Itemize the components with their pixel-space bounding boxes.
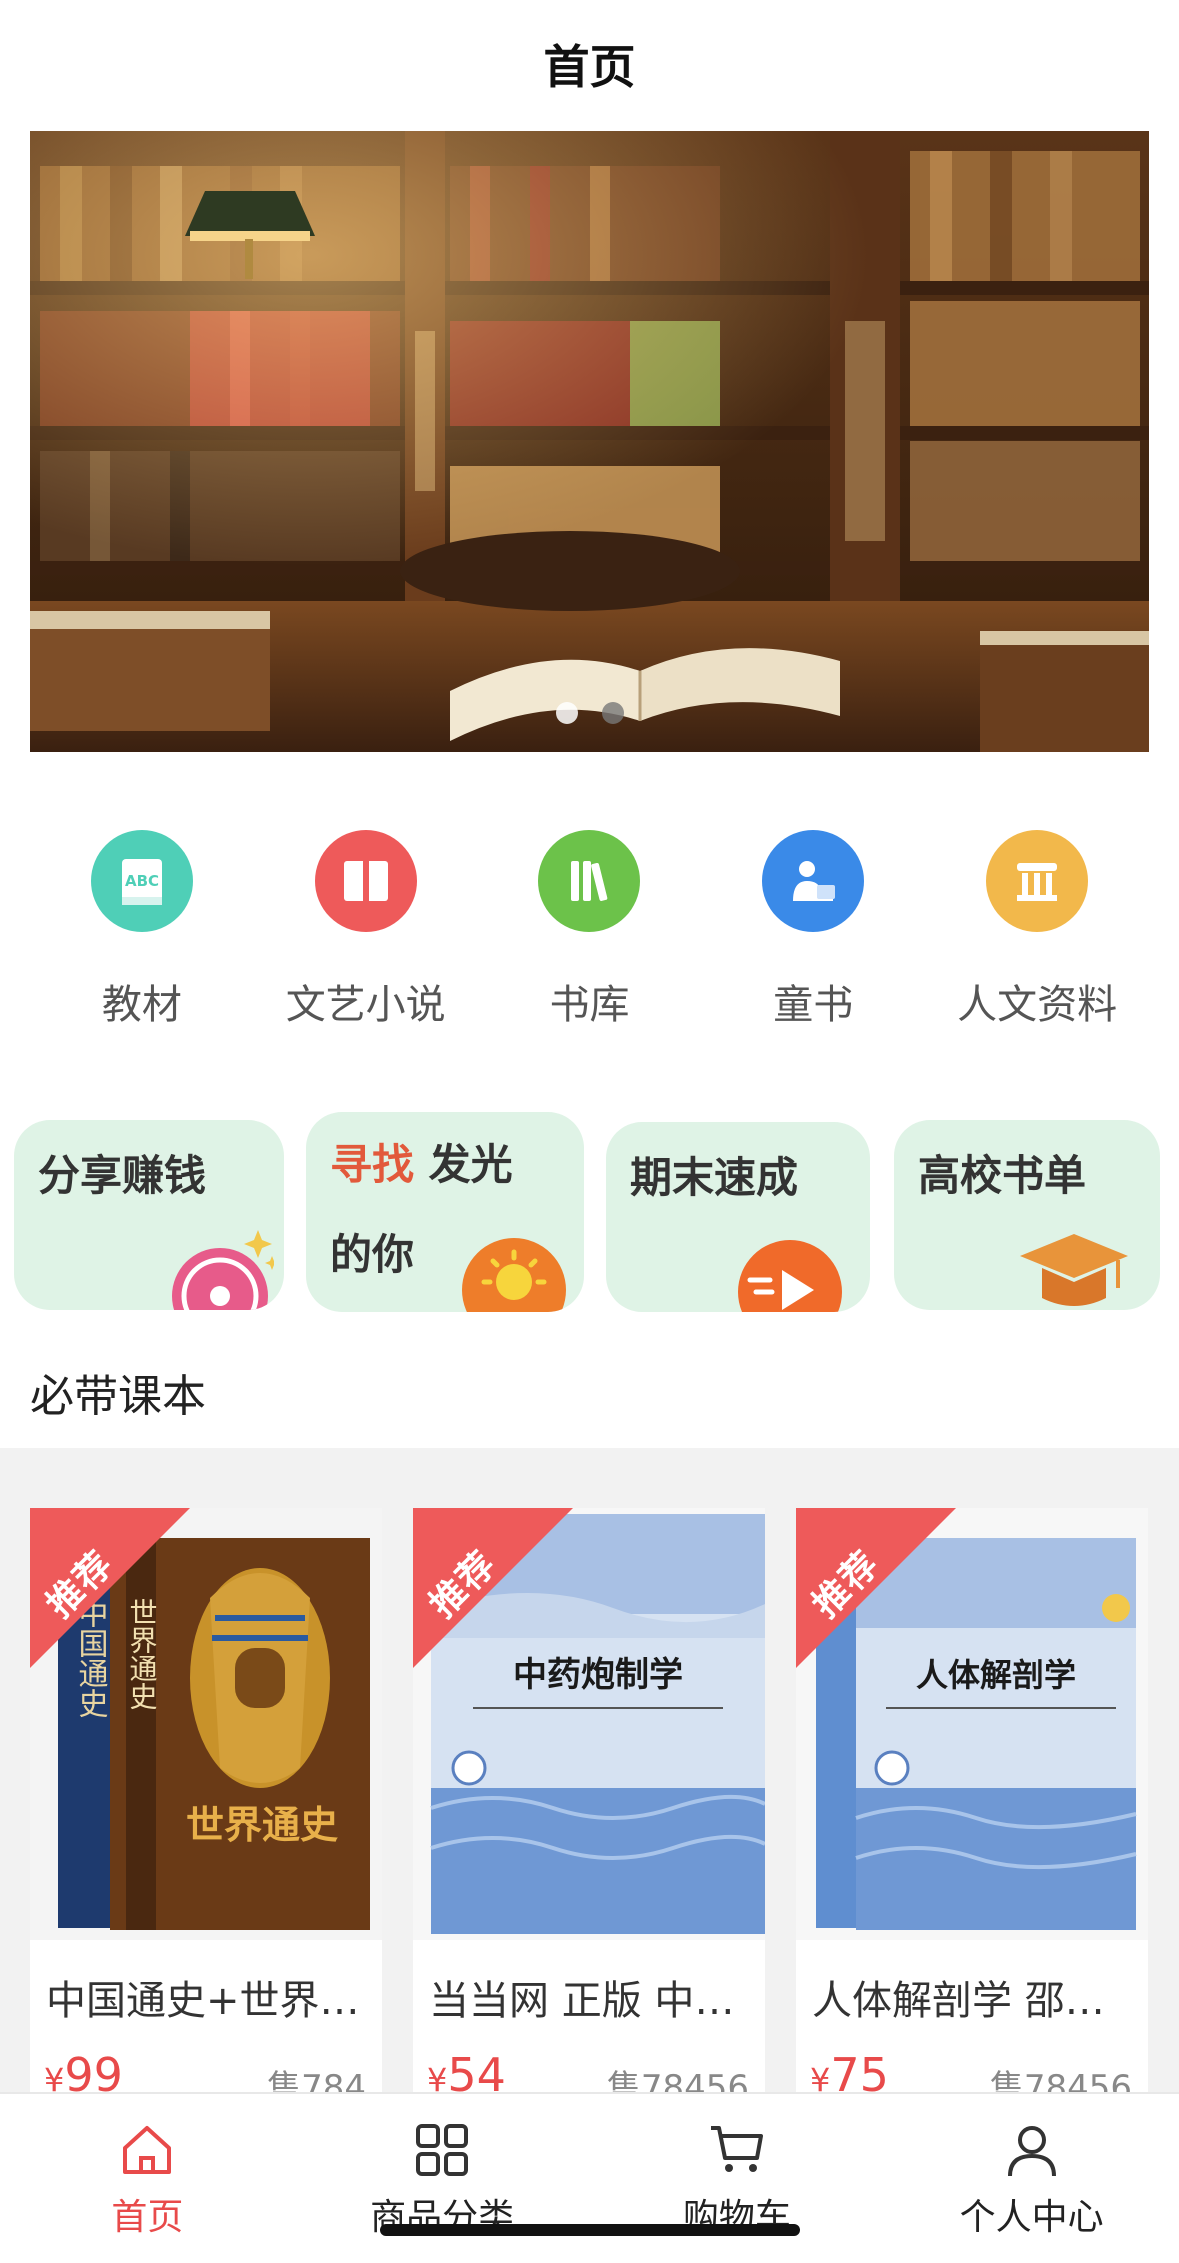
banner-carousel[interactable]	[30, 131, 1149, 752]
recommend-ribbon: 推荐	[796, 1508, 956, 1668]
tab-label: 首页	[111, 2197, 184, 2238]
promo-college-list[interactable]: 高校书单	[894, 1120, 1160, 1310]
category-label: 童书	[773, 982, 854, 1028]
home-indicator	[380, 2224, 800, 2236]
category-library[interactable]: 书库	[478, 830, 702, 1030]
bookshelf-icon	[538, 830, 641, 932]
promo-text: 发光	[414, 1140, 513, 1189]
product-card[interactable]: 中药炮制学 推荐 当当网 正版 中药炮制学 ¥54 售78456	[413, 1508, 765, 2100]
promo-text-line2: 的你	[330, 1230, 415, 1279]
home-icon	[123, 2126, 172, 2174]
category-label: 人文资料	[957, 982, 1118, 1028]
carousel-dots	[30, 702, 1149, 724]
category-textbooks[interactable]: ABC 教材	[30, 830, 254, 1030]
money-icon	[172, 1230, 274, 1310]
promo-exam-cram[interactable]: 期末速成	[606, 1122, 870, 1312]
svg-text:ABC: ABC	[125, 872, 159, 890]
graduation-cap-icon	[1020, 1234, 1128, 1306]
book-cover-title: 世界通史	[186, 1802, 338, 1847]
sun-icon	[462, 1238, 566, 1312]
pillar-icon	[986, 830, 1089, 932]
promo-label: 分享赚钱	[38, 1151, 207, 1200]
recommend-ribbon: 推荐	[413, 1508, 573, 1668]
carousel-dot-active[interactable]	[555, 702, 578, 724]
tab-label: 个人中心	[959, 2197, 1104, 2238]
child-reading-icon	[762, 830, 865, 932]
product-name: 中国通史+世界通史	[46, 1978, 366, 2024]
page-title: 首页	[543, 40, 636, 94]
home-page: 首页 ABC 教材 文艺小说 书库 童书 人文资料 分享赚钱 寻找 发光 的你 …	[0, 0, 1179, 2263]
open-book-icon	[314, 830, 417, 932]
category-label: 书库	[549, 982, 630, 1028]
category-label: 文艺小说	[285, 982, 446, 1028]
bottom-tab-bar: 首页 商品分类 购物车 个人中心	[0, 2092, 1179, 2263]
abc-book-icon: ABC	[90, 830, 193, 932]
tab-home[interactable]: 首页	[0, 2094, 295, 2263]
section-title: 必带课本	[30, 1371, 206, 1422]
banner-image	[30, 131, 1149, 752]
nav-header: 首页	[0, 0, 1179, 128]
category-label: 教材	[101, 982, 182, 1028]
promo-share-earn[interactable]: 分享赚钱	[14, 1120, 284, 1310]
product-card[interactable]: 人体解剖学 推荐 人体解剖学 邵水金 ¥75 售78456	[796, 1508, 1148, 2100]
play-icon	[738, 1240, 842, 1312]
product-name: 当当网 正版 中药炮制学	[429, 1978, 749, 2024]
promo-find-shine[interactable]: 寻找 发光 的你	[306, 1112, 584, 1312]
product-name: 人体解剖学 邵水金	[812, 1978, 1132, 2024]
grid-icon	[416, 2124, 469, 2176]
cart-icon	[710, 2126, 763, 2172]
product-image: 中国通史 世界通史 世界通史 推荐	[30, 1508, 382, 1940]
category-literature[interactable]: 文艺小说	[254, 830, 478, 1030]
tab-cart[interactable]: 购物车	[590, 2094, 885, 2263]
carousel-dot[interactable]	[601, 702, 624, 724]
category-row: ABC 教材 文艺小说 书库 童书 人文资料	[30, 830, 1149, 1030]
category-children[interactable]: 童书	[701, 830, 925, 1030]
tab-profile[interactable]: 个人中心	[884, 2094, 1179, 2263]
promo-highlight: 寻找	[330, 1140, 415, 1189]
product-card[interactable]: 中国通史 世界通史 世界通史 推荐 中国通史+世界通史 ¥99 售784	[30, 1508, 382, 2100]
user-icon	[1007, 2126, 1056, 2177]
promo-label: 期末速成	[630, 1153, 799, 1202]
promo-label: 高校书单	[918, 1151, 1087, 1200]
promo-row: 分享赚钱 寻找 发光 的你 期末速成 高校书单	[14, 1112, 1165, 1314]
recommend-ribbon: 推荐	[30, 1508, 190, 1668]
product-image: 人体解剖学 推荐	[796, 1508, 1148, 1940]
category-humanities[interactable]: 人文资料	[925, 830, 1149, 1030]
tab-categories[interactable]: 商品分类	[295, 2094, 590, 2263]
product-image: 中药炮制学 推荐	[413, 1508, 765, 1940]
